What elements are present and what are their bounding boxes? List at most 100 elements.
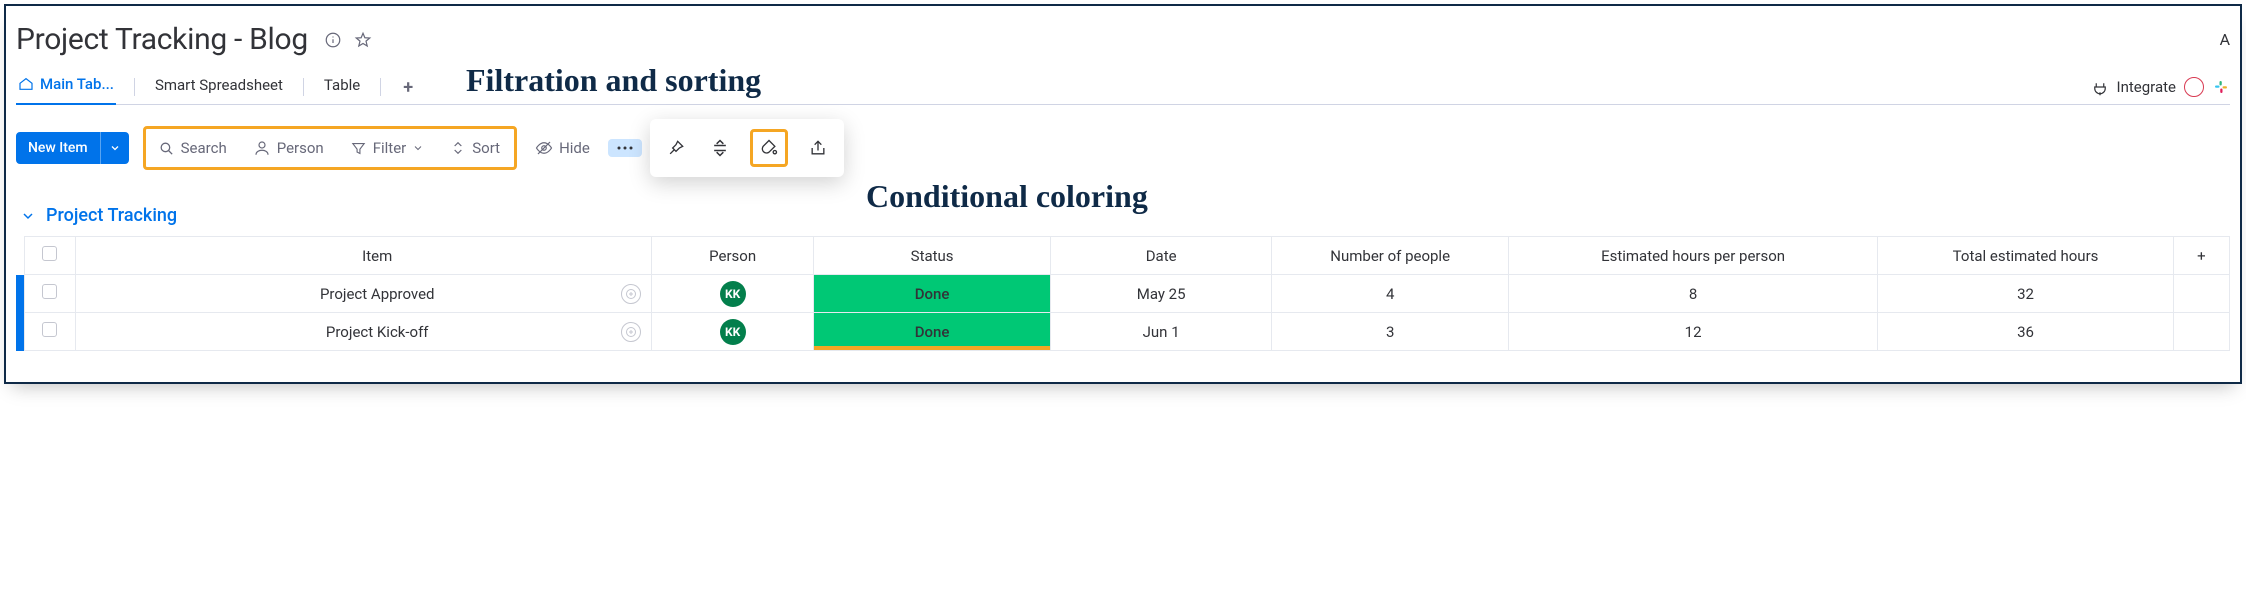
tab-separator xyxy=(134,78,135,96)
app-frame: Project Tracking - Blog A Main Tab... Sm… xyxy=(4,4,2242,384)
select-all-checkbox[interactable] xyxy=(42,246,57,261)
search-button[interactable]: Search xyxy=(154,133,231,163)
sort-label: Sort xyxy=(472,139,500,157)
column-header-person[interactable]: Person xyxy=(651,237,814,275)
eye-off-icon xyxy=(535,139,553,157)
toolbar: New Item Search Person Filter Sor xyxy=(16,105,2230,187)
table-row: Project Approved KK Done May 25 4 8 32 xyxy=(16,275,2230,313)
person-icon xyxy=(253,139,271,157)
tab-table[interactable]: Table xyxy=(322,70,362,104)
filter-button[interactable]: Filter xyxy=(346,133,429,163)
more-options-popover xyxy=(650,119,844,177)
row-checkbox-cell xyxy=(25,313,75,351)
person-cell[interactable]: KK xyxy=(651,313,814,351)
row-end-cell xyxy=(2173,313,2229,351)
tab-label: Smart Spreadsheet xyxy=(155,76,283,94)
row-checkbox[interactable] xyxy=(42,284,57,299)
est-hours-cell[interactable]: 8 xyxy=(1508,275,1877,313)
star-icon[interactable] xyxy=(354,31,372,49)
search-icon xyxy=(158,140,175,157)
tab-separator xyxy=(303,78,304,96)
num-people-cell[interactable]: 4 xyxy=(1272,275,1508,313)
item-name: Project Approved xyxy=(320,285,435,303)
plug-icon xyxy=(2091,78,2109,96)
row-checkbox-cell xyxy=(25,275,75,313)
title-icon-group xyxy=(324,31,372,49)
info-icon[interactable] xyxy=(324,31,342,49)
row-height-button[interactable] xyxy=(706,134,734,162)
conditional-coloring-highlight xyxy=(750,129,788,167)
group-title: Project Tracking xyxy=(46,205,177,226)
column-header-est-hours[interactable]: Estimated hours per person xyxy=(1508,237,1877,275)
group-accent xyxy=(16,275,25,313)
pin-icon xyxy=(666,138,686,158)
date-cell[interactable]: Jun 1 xyxy=(1050,313,1272,351)
new-item-button: New Item xyxy=(16,132,129,164)
pin-button[interactable] xyxy=(662,134,690,162)
add-subitem-button[interactable] xyxy=(621,322,641,342)
integrate-label: Integrate xyxy=(2117,78,2176,96)
annotation-filtration: Filtration and sorting xyxy=(466,62,761,99)
column-header-status[interactable]: Status xyxy=(814,237,1050,275)
total-hours-cell[interactable]: 36 xyxy=(1878,313,2174,351)
search-label: Search xyxy=(181,139,227,157)
person-label: Person xyxy=(277,139,324,157)
num-people-cell[interactable]: 3 xyxy=(1272,313,1508,351)
hide-label: Hide xyxy=(559,139,590,157)
chevron-down-icon xyxy=(20,208,36,224)
group-accent xyxy=(16,313,25,351)
est-hours-cell[interactable]: 12 xyxy=(1508,313,1877,351)
new-item-label: New Item xyxy=(28,140,88,156)
new-item-main[interactable]: New Item xyxy=(16,132,100,164)
person-cell[interactable]: KK xyxy=(651,275,814,313)
column-header-item[interactable]: Item xyxy=(75,237,651,275)
share-icon xyxy=(808,138,828,158)
plus-speech-icon xyxy=(625,326,637,338)
chevron-down-icon xyxy=(109,142,121,154)
status-cell[interactable]: Done xyxy=(814,313,1050,351)
sort-button[interactable]: Sort xyxy=(446,133,504,163)
hide-button[interactable]: Hide xyxy=(531,133,594,163)
more-options-button[interactable] xyxy=(608,139,642,157)
chevron-down-icon xyxy=(412,142,424,154)
add-tab-button[interactable]: + xyxy=(399,77,417,98)
item-name-cell[interactable]: Project Approved xyxy=(75,275,651,313)
total-hours-cell[interactable]: 32 xyxy=(1878,275,2174,313)
automation-icon[interactable] xyxy=(2184,77,2204,97)
new-item-dropdown[interactable] xyxy=(100,132,129,164)
tab-main[interactable]: Main Tab... xyxy=(16,69,116,105)
filter-label: Filter xyxy=(373,139,407,157)
tab-label: Table xyxy=(324,76,360,94)
person-filter-button[interactable]: Person xyxy=(249,133,328,163)
column-header-date[interactable]: Date xyxy=(1050,237,1272,275)
slack-icon[interactable] xyxy=(2212,78,2230,96)
add-column-button[interactable]: + xyxy=(2173,237,2229,275)
item-name-cell[interactable]: Project Kick-off xyxy=(75,313,651,351)
plus-speech-icon xyxy=(625,288,637,300)
integrate-button[interactable]: Integrate xyxy=(2091,77,2230,97)
sort-icon xyxy=(450,140,466,156)
filtration-highlight: Search Person Filter Sort xyxy=(143,126,517,170)
add-subitem-button[interactable] xyxy=(621,284,641,304)
date-cell[interactable]: May 25 xyxy=(1050,275,1272,313)
right-edge-text: A xyxy=(2220,30,2230,49)
board-table: Item Person Status Date Number of people… xyxy=(16,236,2230,351)
column-header-num-people[interactable]: Number of people xyxy=(1272,237,1508,275)
paint-bucket-icon xyxy=(759,138,779,158)
header-checkbox-cell xyxy=(25,237,75,275)
annotation-conditional: Conditional coloring xyxy=(866,178,1148,215)
ellipsis-icon xyxy=(616,145,634,151)
group-accent xyxy=(16,237,25,275)
tab-smart-spreadsheet[interactable]: Smart Spreadsheet xyxy=(153,70,285,104)
status-cell[interactable]: Done xyxy=(814,275,1050,313)
column-header-total-hours[interactable]: Total estimated hours xyxy=(1878,237,2174,275)
funnel-icon xyxy=(350,140,367,157)
row-end-cell xyxy=(2173,275,2229,313)
page-title: Project Tracking - Blog xyxy=(16,22,308,57)
tab-separator xyxy=(380,78,381,96)
conditional-coloring-button[interactable] xyxy=(755,134,783,162)
export-button[interactable] xyxy=(804,134,832,162)
item-name: Project Kick-off xyxy=(326,323,429,341)
row-checkbox[interactable] xyxy=(42,322,57,337)
row-height-icon xyxy=(710,138,730,158)
